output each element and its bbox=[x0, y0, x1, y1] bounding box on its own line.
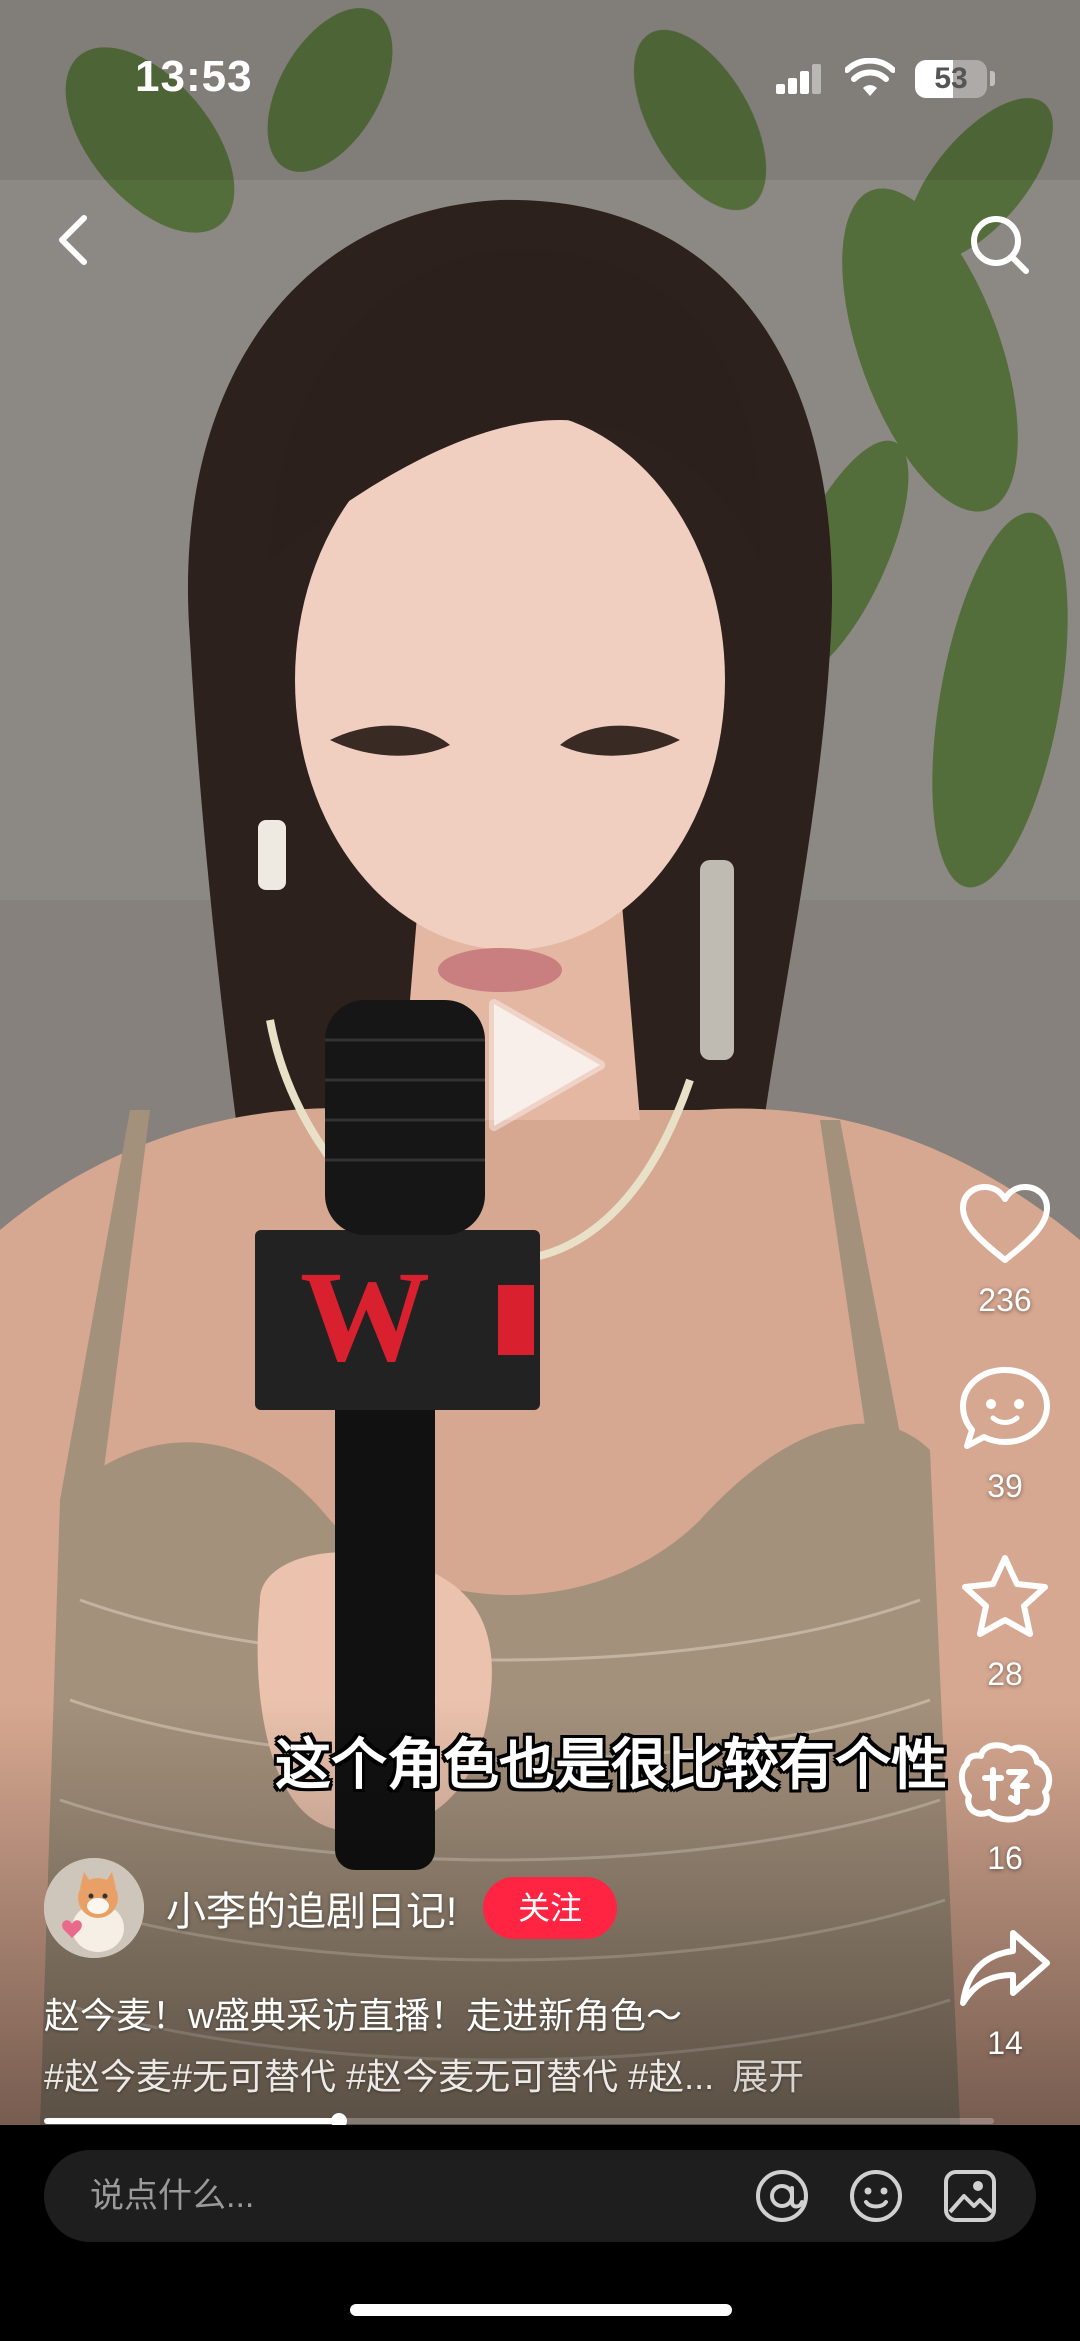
author-row: 小李的追剧日记! 关注 bbox=[44, 1858, 618, 1958]
battery-tip bbox=[990, 71, 995, 86]
share-count: 14 bbox=[987, 2025, 1023, 2061]
video-subtitle: 这个角色也是很比较有个性 bbox=[275, 1733, 947, 1796]
battery-icon: 53 bbox=[915, 60, 987, 98]
author-name[interactable]: 小李的追剧日记! bbox=[166, 1879, 457, 1937]
expand-link[interactable]: 展开 bbox=[732, 2056, 804, 2097]
comment-input-placeholder[interactable]: 说点什么... bbox=[90, 2150, 254, 2242]
battery-percent: 53 bbox=[934, 62, 968, 95]
wifi-icon bbox=[845, 58, 895, 96]
play-button-icon[interactable] bbox=[472, 990, 612, 1140]
comment-bubble-icon bbox=[960, 1367, 1050, 1449]
comment-button[interactable]: 39 bbox=[950, 1364, 1060, 1505]
back-chevron-icon[interactable] bbox=[40, 200, 110, 280]
progress-fill bbox=[44, 2118, 339, 2124]
follow-button[interactable]: 关注 bbox=[483, 1877, 618, 1939]
hashtag[interactable]: #赵... bbox=[628, 2056, 714, 2097]
hashtag[interactable]: #赵今麦 bbox=[44, 2056, 172, 2097]
cellular-signal-icon bbox=[776, 64, 822, 94]
status-time: 13:53 bbox=[135, 52, 253, 101]
image-icon[interactable] bbox=[942, 2168, 998, 2224]
favorite-count: 28 bbox=[987, 1656, 1023, 1692]
like-count: 236 bbox=[978, 1282, 1032, 1318]
hashtag[interactable]: #赵今麦无可替代 bbox=[346, 2056, 618, 2097]
share-friend-button[interactable]: 16 bbox=[950, 1740, 1060, 1877]
share-button[interactable]: 14 bbox=[950, 1925, 1060, 2062]
home-indicator bbox=[350, 2304, 732, 2316]
comment-input-bar: 说点什么... bbox=[0, 2125, 1080, 2341]
heart-icon bbox=[960, 1184, 1050, 1263]
avatar[interactable] bbox=[44, 1858, 144, 1958]
emoji-icon[interactable] bbox=[848, 2168, 904, 2224]
favorite-button[interactable]: 28 bbox=[950, 1552, 1060, 1693]
hashtag-list: #赵今麦#无可替代 #赵今麦无可替代 #赵... 展开 bbox=[44, 2048, 804, 2100]
star-icon bbox=[962, 1555, 1048, 1637]
mic-logo: W bbox=[300, 1245, 430, 1389]
share-friend-count: 16 bbox=[987, 1840, 1023, 1876]
like-button[interactable]: 236 bbox=[950, 1182, 1060, 1319]
post-caption: 赵今麦！w盛典采访直播！走进新角色～ bbox=[44, 1995, 682, 2036]
share-friend-icon bbox=[959, 1742, 1053, 1823]
status-bar: 13:53 53 bbox=[0, 0, 1080, 150]
comment-count: 39 bbox=[987, 1468, 1023, 1504]
kitten-avatar-image bbox=[44, 1858, 144, 1958]
video-progress-bar[interactable] bbox=[44, 2113, 994, 2129]
share-arrow-icon bbox=[960, 1930, 1050, 2006]
hashtag[interactable]: #无可替代 bbox=[172, 2056, 336, 2097]
search-icon[interactable] bbox=[960, 205, 1040, 285]
comment-input[interactable]: 说点什么... bbox=[44, 2150, 1036, 2242]
mention-at-icon[interactable] bbox=[754, 2168, 810, 2224]
